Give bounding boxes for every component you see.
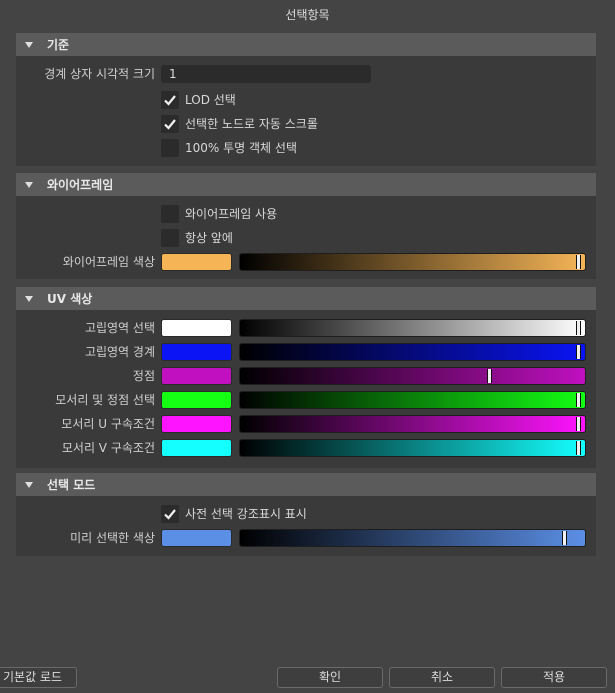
uv-edge-v-swatch[interactable] xyxy=(161,439,232,457)
uv-shell-border-slider[interactable] xyxy=(239,343,586,361)
collapse-triangle-icon xyxy=(25,295,33,302)
slider-handle[interactable] xyxy=(576,441,581,455)
wireframe-use-label: 와이어프레임 사용 xyxy=(185,207,278,221)
preselect-highlight-row: 사전 선택 강조표시 표시 xyxy=(16,504,596,524)
section-mode-title: 선택 모드 xyxy=(47,478,96,492)
slider-handle[interactable] xyxy=(576,345,581,359)
always-front-checkbox[interactable] xyxy=(161,229,179,247)
uv-row-label: 모서리 및 정점 선택 xyxy=(55,393,155,407)
autoscroll-checkbox[interactable] xyxy=(161,115,179,133)
autoscroll-row: 선택한 노드로 자동 스크롤 xyxy=(16,114,596,134)
slider-handle[interactable] xyxy=(487,369,492,383)
uv-vertex-row: 정점 xyxy=(16,366,596,386)
section-wireframe-title: 와이어프레임 xyxy=(47,178,114,192)
load-defaults-button[interactable]: 기본값 로드 xyxy=(0,667,77,688)
uv-vertex-slider[interactable] xyxy=(239,367,586,385)
always-front-label: 항상 앞에 xyxy=(185,231,233,245)
uv-row-label: 모서리 U 구속조건 xyxy=(61,417,155,431)
uv-edge-vertex-slider[interactable] xyxy=(239,391,586,409)
cancel-button[interactable]: 취소 xyxy=(389,667,495,688)
section-basic-header[interactable]: 기준 xyxy=(16,33,596,56)
always-front-row: 항상 앞에 xyxy=(16,228,596,248)
uv-edge-vertex-row: 모서리 및 정점 선택 xyxy=(16,390,596,410)
ok-button[interactable]: 확인 xyxy=(277,667,383,688)
bbox-size-label: 경계 상자 시각적 크기 xyxy=(44,67,155,81)
wireframe-use-row: 와이어프레임 사용 xyxy=(16,204,596,224)
lod-select-checkbox[interactable] xyxy=(161,91,179,109)
lod-select-label: LOD 선택 xyxy=(185,93,236,107)
wireframe-color-swatch[interactable] xyxy=(161,253,232,271)
window-title: 선택항목 xyxy=(285,8,330,22)
section-wireframe: 와이어프레임 와이어프레임 사용 항상 앞에 와이어프레임 색상 xyxy=(16,173,596,279)
slider-handle[interactable] xyxy=(562,531,567,545)
section-basic-title: 기준 xyxy=(47,38,70,52)
checkmark-icon xyxy=(164,95,176,106)
section-mode-header[interactable]: 선택 모드 xyxy=(16,473,596,496)
collapse-triangle-icon xyxy=(25,181,33,188)
wireframe-color-slider[interactable] xyxy=(239,253,586,271)
lod-select-row: LOD 선택 xyxy=(16,90,596,110)
slider-handle[interactable] xyxy=(576,393,581,407)
uv-edge-u-slider[interactable] xyxy=(239,415,586,433)
slider-handle[interactable] xyxy=(576,417,581,431)
preselect-highlight-label: 사전 선택 강조표시 표시 xyxy=(185,507,307,521)
uv-row-label: 고립영역 선택 xyxy=(84,321,155,335)
preselect-highlight-checkbox[interactable] xyxy=(161,505,179,523)
wireframe-use-checkbox[interactable] xyxy=(161,205,179,223)
uv-vertex-swatch[interactable] xyxy=(161,367,232,385)
section-basic: 기준 경계 상자 시각적 크기 1 LOD 선택 선택한 노드로 자동 스크롤 … xyxy=(16,33,596,166)
section-uv-title: UV 색상 xyxy=(47,292,93,306)
wireframe-color-label: 와이어프레임 색상 xyxy=(62,255,155,269)
uv-edge-u-row: 모서리 U 구속조건 xyxy=(16,414,596,434)
collapse-triangle-icon xyxy=(25,481,33,488)
slider-handle[interactable] xyxy=(576,255,581,269)
wireframe-color-row: 와이어프레임 색상 xyxy=(16,252,596,272)
preselect-color-swatch[interactable] xyxy=(161,529,232,547)
bbox-size-row: 경계 상자 시각적 크기 1 xyxy=(16,64,596,84)
uv-edge-u-swatch[interactable] xyxy=(161,415,232,433)
section-wireframe-header[interactable]: 와이어프레임 xyxy=(16,173,596,196)
uv-row-label: 모서리 V 구속조건 xyxy=(61,441,155,455)
uv-shell-border-row: 고립영역 경계 xyxy=(16,342,596,362)
transparent-select-row: 100% 투명 객체 선택 xyxy=(16,138,596,158)
uv-shell-border-swatch[interactable] xyxy=(161,343,232,361)
section-mode: 선택 모드 사전 선택 강조표시 표시 미리 선택한 색상 xyxy=(16,473,596,556)
uv-shell-select-row: 고립영역 선택 xyxy=(16,318,596,338)
uv-shell-select-slider[interactable] xyxy=(239,319,586,337)
section-uv: UV 색상 고립영역 선택 고립영역 경계 정점 모서리 및 정점 선택 모서리… xyxy=(16,287,596,468)
autoscroll-label: 선택한 노드로 자동 스크롤 xyxy=(185,117,318,131)
apply-button[interactable]: 적용 xyxy=(501,667,607,688)
uv-shell-select-swatch[interactable] xyxy=(161,319,232,337)
preselect-color-row: 미리 선택한 색상 xyxy=(16,528,596,548)
preselect-color-label: 미리 선택한 색상 xyxy=(70,531,155,545)
uv-row-label: 정점 xyxy=(132,369,155,383)
uv-edge-v-row: 모서리 V 구속조건 xyxy=(16,438,596,458)
checkmark-icon xyxy=(164,119,176,130)
slider-handle[interactable] xyxy=(576,321,581,335)
collapse-triangle-icon xyxy=(25,41,33,48)
uv-row-label: 고립영역 경계 xyxy=(84,345,155,359)
section-uv-header[interactable]: UV 색상 xyxy=(16,287,596,310)
transparent-select-label: 100% 투명 객체 선택 xyxy=(185,141,297,155)
preselect-color-slider[interactable] xyxy=(239,529,586,547)
checkmark-icon xyxy=(164,509,176,520)
bbox-size-input[interactable]: 1 xyxy=(161,65,371,83)
uv-edge-v-slider[interactable] xyxy=(239,439,586,457)
transparent-select-checkbox[interactable] xyxy=(161,139,179,157)
uv-edge-vertex-swatch[interactable] xyxy=(161,391,232,409)
